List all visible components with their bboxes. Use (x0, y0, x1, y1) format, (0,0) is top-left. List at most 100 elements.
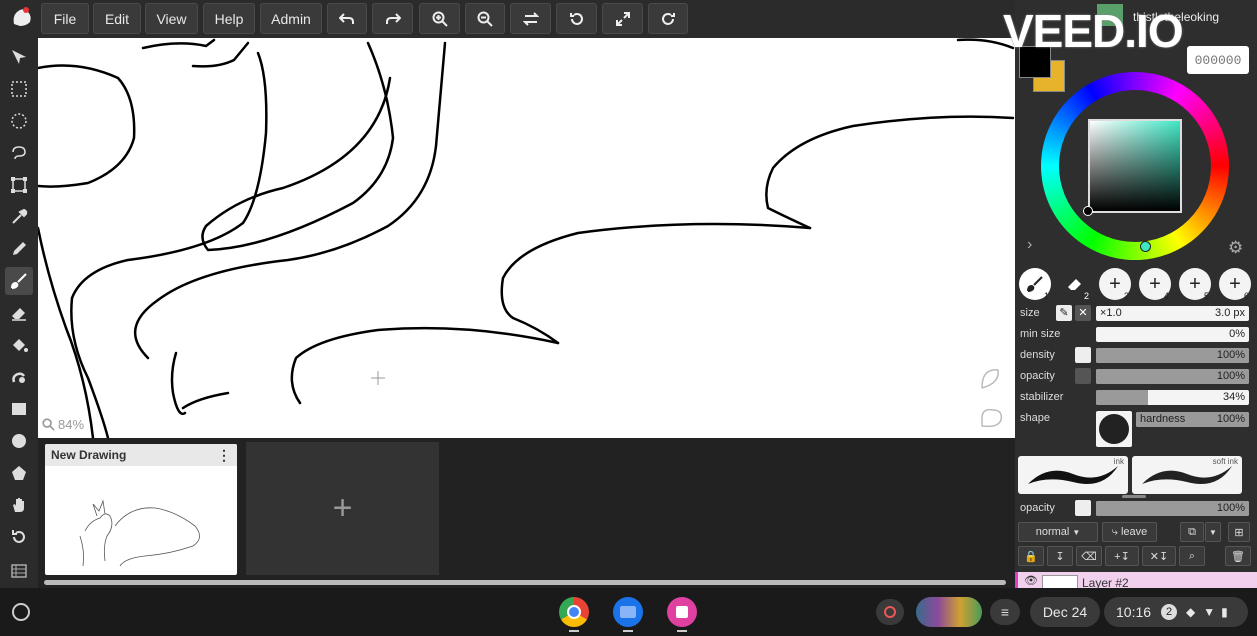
menu-help[interactable]: Help (203, 3, 255, 34)
size-close-toggle[interactable]: ✕ (1075, 305, 1091, 321)
stabilizer-slider[interactable]: 34% (1096, 390, 1249, 405)
fill-tool[interactable] (5, 331, 33, 359)
caret-down-icon: ▼ (1209, 527, 1217, 537)
reload-button[interactable] (648, 3, 688, 34)
duplicate-layer-button[interactable]: ⧉ (1180, 522, 1204, 542)
menu-file[interactable]: File (41, 3, 89, 34)
ellipse-tool[interactable] (5, 427, 33, 455)
layer-row[interactable]: 👁 Layer #2 (1015, 572, 1257, 588)
horizontal-scrollbar[interactable] (44, 580, 1006, 585)
fullscreen-button[interactable] (602, 3, 643, 34)
menu-view[interactable]: View (145, 3, 198, 34)
screen-record-button[interactable] (876, 599, 904, 625)
eraser-tool[interactable] (5, 299, 33, 327)
brush-slot-2[interactable]: 2 (1059, 268, 1091, 301)
flatten-button[interactable]: ✕↧ (1142, 546, 1176, 566)
clear-layer-button[interactable]: ⌫ (1076, 546, 1102, 566)
add-layer-button[interactable]: ⊞ (1228, 522, 1250, 542)
layer-opacity-slider[interactable]: 100% (1096, 501, 1249, 516)
density-pressure-toggle[interactable] (1075, 347, 1091, 363)
brush-slot-1[interactable]: 1 (1019, 268, 1051, 301)
size-multiplier: ×1.0 (1100, 307, 1122, 319)
brush-shape-preview[interactable] (1096, 411, 1132, 447)
rotate-view-tool[interactable] (5, 523, 33, 551)
layer-menu-button[interactable]: ▼ (1205, 522, 1221, 542)
redo-button[interactable] (372, 3, 413, 34)
merge-visible-button[interactable]: +↧ (1105, 546, 1139, 566)
size-slider[interactable]: ×1.0 3.0 px (1096, 306, 1249, 321)
delete-layer-button[interactable]: 🗑 (1225, 546, 1251, 566)
tote-icon[interactable]: ≡ (990, 599, 1020, 625)
zoom-out-button[interactable] (465, 3, 505, 34)
saturation-picker[interactable] (1083, 206, 1093, 216)
size-pressure-toggle[interactable]: ✎ (1056, 305, 1072, 321)
zoom-out-icon (477, 11, 493, 27)
system-tray[interactable]: 10:16 2 ◆ ▼ ▮ (1104, 597, 1248, 627)
hand-tool[interactable] (5, 491, 33, 519)
opacity-slider[interactable]: 100% (1096, 369, 1249, 384)
stabilizer-value: 34% (1222, 391, 1245, 403)
lasso-tool[interactable] (5, 139, 33, 167)
lock-layer-button[interactable]: 🔒 (1018, 546, 1044, 566)
soft-ink-brush-tile[interactable]: soft ink (1132, 456, 1242, 494)
rect-select-tool[interactable] (5, 75, 33, 103)
zoom-indicator[interactable]: 84% (42, 417, 84, 432)
menu-admin[interactable]: Admin (260, 3, 322, 34)
rotate-icon (569, 12, 583, 25)
color-wheel[interactable] (1041, 72, 1229, 260)
move-tool[interactable] (5, 43, 33, 71)
ellipse-select-tool[interactable] (5, 107, 33, 135)
blend-mode-select[interactable]: normal ▼ (1018, 522, 1098, 542)
zoom-in-button[interactable] (419, 3, 460, 34)
smudge-tool[interactable] (5, 363, 33, 391)
timeline-tool[interactable] (5, 557, 33, 585)
brush-slot-3[interactable]: +3 (1099, 268, 1131, 301)
hardness-slider[interactable]: hardness 100% (1136, 412, 1249, 427)
density-slider[interactable]: 100% (1096, 348, 1249, 363)
hex-color-input[interactable]: 000000 (1187, 46, 1249, 74)
search-layer-button[interactable]: ⌕ (1179, 546, 1205, 566)
expand-panel-icon[interactable]: › (1027, 236, 1032, 254)
launcher-button[interactable] (12, 603, 30, 621)
new-document-button[interactable]: + (246, 442, 439, 575)
tote-thumbnails[interactable] (916, 597, 982, 627)
add-layer-icon: ⊞ (1234, 526, 1244, 539)
drawing-canvas[interactable]: 84% (38, 38, 1015, 438)
duplicate-icon: ⧉ (1188, 525, 1196, 538)
settings-icon[interactable]: ⚙ (1228, 238, 1243, 258)
panel-resize-handle[interactable] (1122, 495, 1146, 498)
document-card[interactable]: New Drawing ⋮ (45, 444, 237, 575)
brush-tool[interactable] (5, 267, 33, 295)
brush-slot-4[interactable]: +4 (1139, 268, 1171, 301)
document-title: New Drawing (51, 448, 127, 462)
pen-tool[interactable] (5, 235, 33, 263)
tool-bar (0, 38, 38, 588)
undo-button[interactable] (327, 3, 367, 34)
wifi-icon: ▼ (1203, 605, 1216, 619)
color-saturation-square[interactable] (1088, 119, 1182, 213)
ink-brush-tile[interactable]: ink (1018, 456, 1128, 494)
brush-slot-5[interactable]: +5 (1179, 268, 1211, 301)
visibility-icon[interactable]: 👁 (1024, 574, 1038, 587)
brush-slot-6[interactable]: +6 (1219, 268, 1251, 301)
layer-opacity-toggle[interactable] (1075, 500, 1091, 516)
eyedropper-tool[interactable] (5, 203, 33, 231)
menu-edit[interactable]: Edit (93, 3, 141, 34)
rectangle-tool[interactable] (5, 395, 33, 423)
drawing-app-icon[interactable] (667, 597, 697, 627)
rotate-button[interactable] (556, 3, 597, 34)
shape-tool[interactable] (5, 459, 33, 487)
clipping-leave-button[interactable]: ⤷ leave (1102, 522, 1157, 542)
hue-picker[interactable] (1140, 241, 1151, 252)
files-app-icon[interactable] (613, 597, 643, 627)
more-options-icon[interactable]: ⋮ (217, 447, 231, 464)
search-icon (42, 418, 55, 431)
chrome-app-icon[interactable] (559, 597, 589, 627)
app-logo[interactable] (8, 4, 36, 32)
merge-down-button[interactable]: ↧ (1047, 546, 1073, 566)
flip-button[interactable] (510, 3, 551, 34)
min-size-slider[interactable]: 0% (1096, 327, 1249, 342)
transform-tool[interactable] (5, 171, 33, 199)
opacity-pressure-toggle[interactable] (1075, 368, 1091, 384)
date-pill[interactable]: Dec 24 (1030, 597, 1100, 627)
